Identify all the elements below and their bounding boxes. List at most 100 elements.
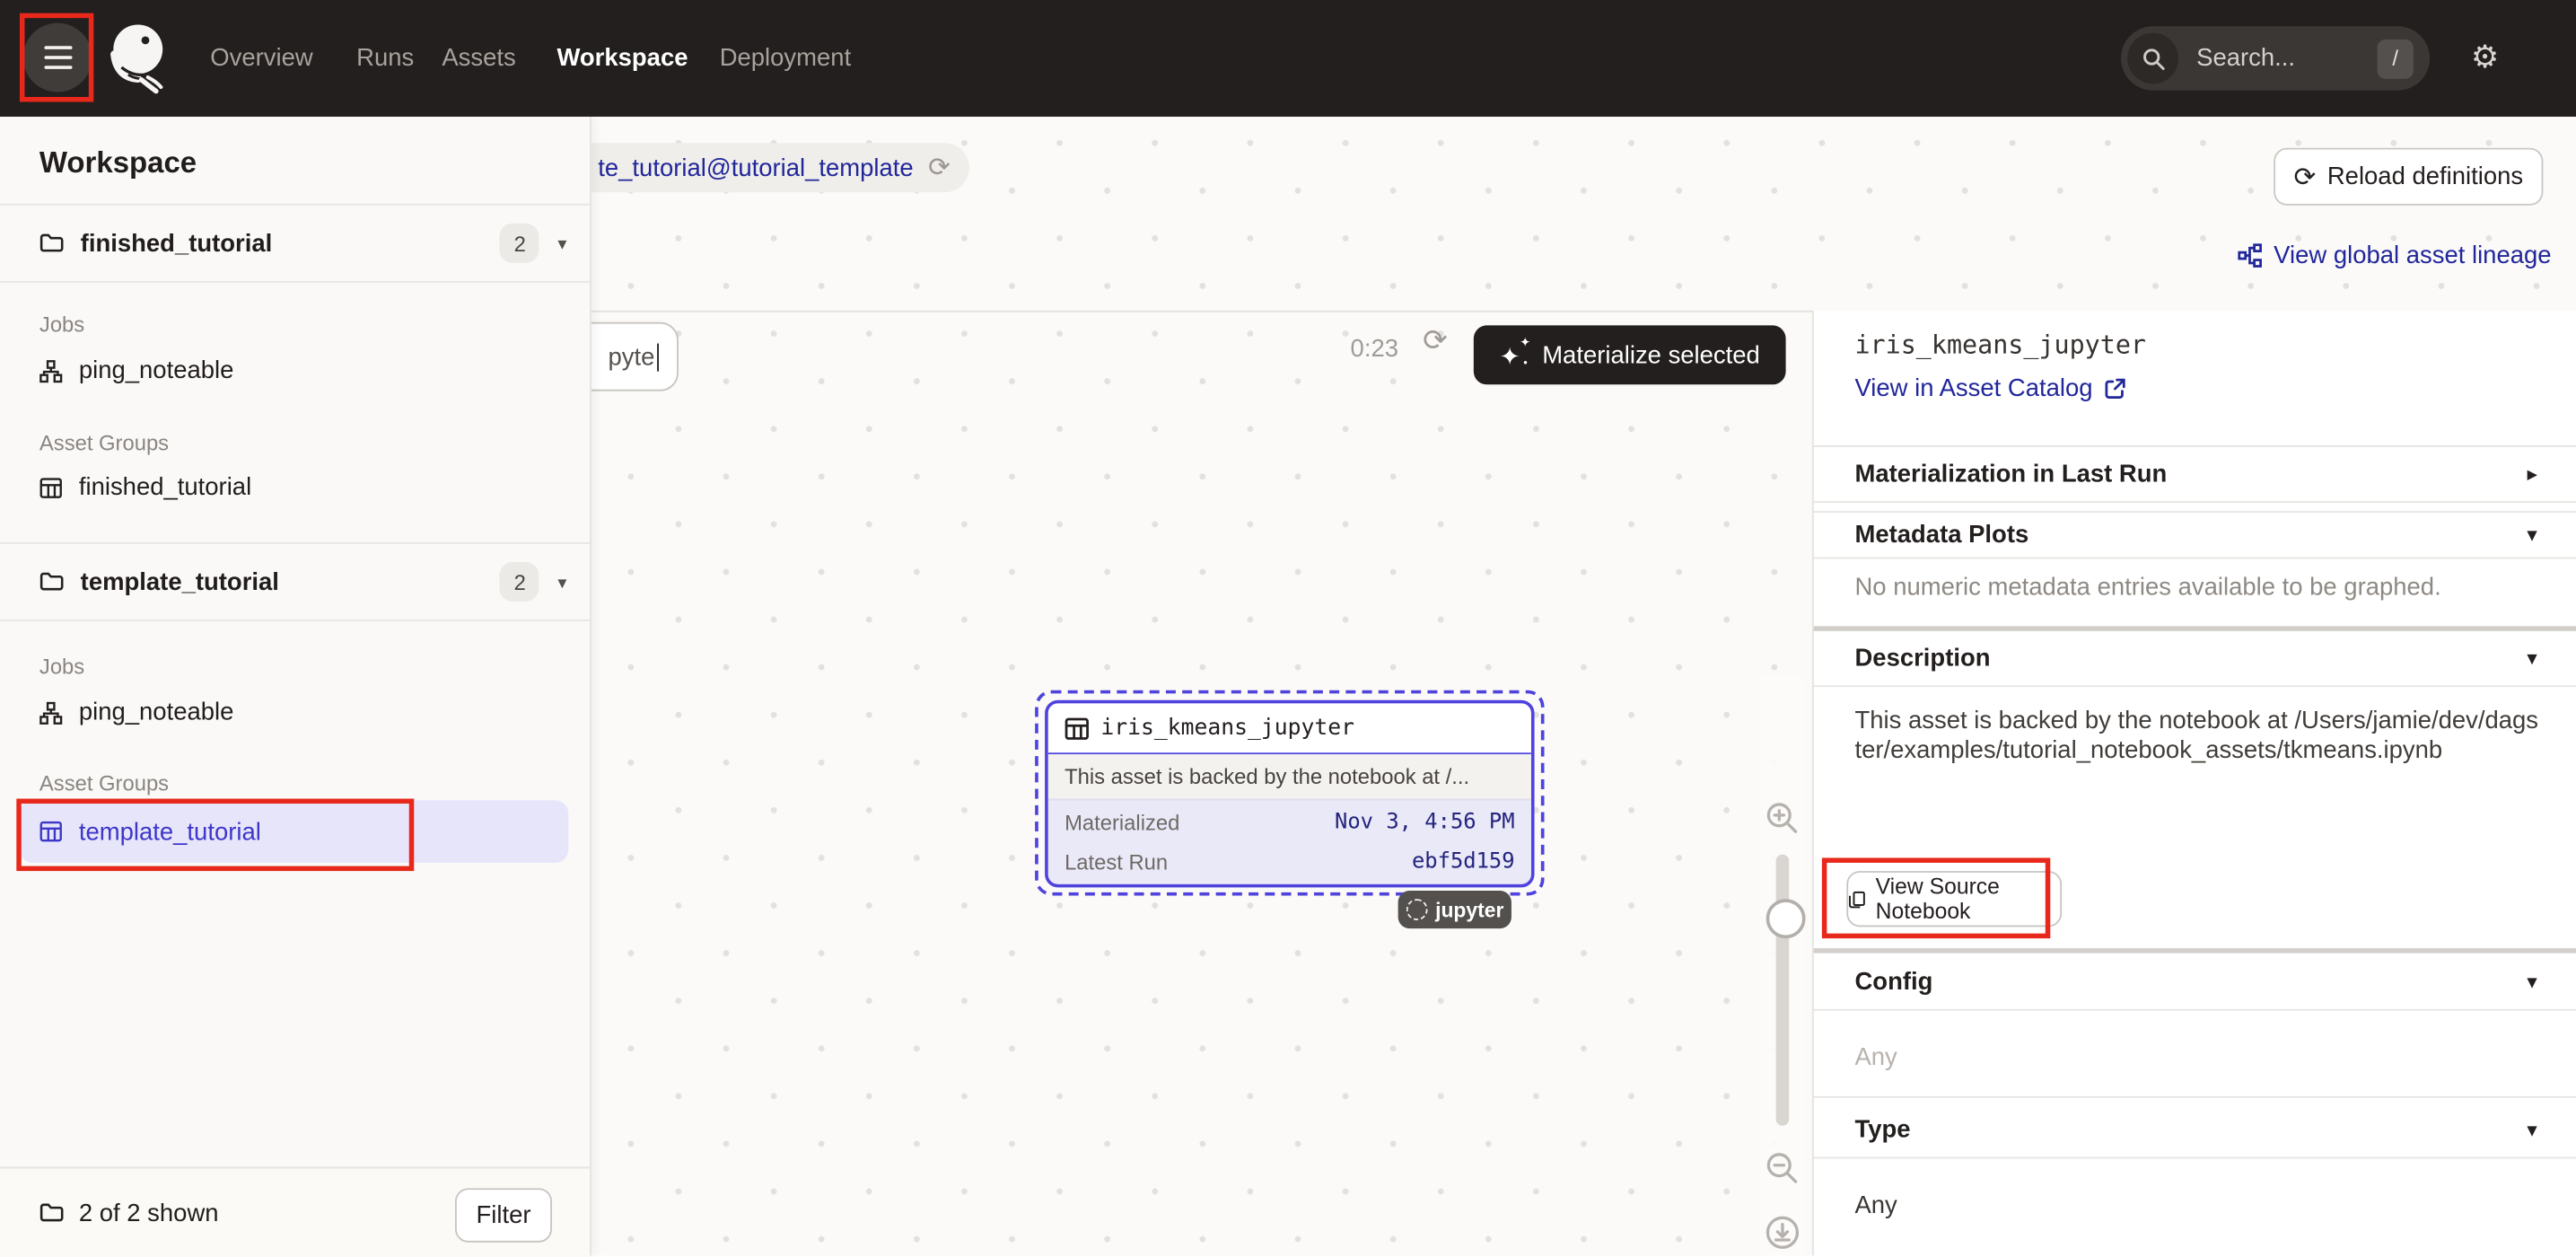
view-source-notebook-button[interactable]: View Source Notebook: [1846, 871, 2062, 927]
asset-node-iris-kmeans-jupyter[interactable]: iris_kmeans_jupyter This asset is backed…: [1045, 700, 1534, 888]
asset-node-stats: Materialized Nov 3, 4:56 PM Latest Run e…: [1048, 799, 1531, 884]
nav-item-overview[interactable]: Overview: [210, 0, 312, 117]
folder-icon: [39, 232, 64, 255]
asset-group-label: finished_tutorial: [79, 473, 251, 501]
dagster-logo[interactable]: [99, 16, 174, 99]
divider: [1814, 685, 2576, 687]
asset-groups-section-label: Asset Groups: [39, 431, 169, 455]
description-text: This asset is backed by the notebook at …: [1854, 707, 2541, 764]
section-description[interactable]: Description ▾: [1814, 631, 2576, 685]
graph-query-value: pyte: [608, 343, 654, 371]
section-config[interactable]: Config ▾: [1814, 954, 2576, 1009]
materialized-label: Materialized: [1065, 809, 1179, 833]
asset-group-item-template-tutorial-selected[interactable]: template_tutorial: [20, 800, 568, 863]
zoom-slider-handle[interactable]: [1766, 899, 1806, 938]
reload-icon: ⟳: [2293, 160, 2316, 193]
job-item-ping-noteable[interactable]: ping_noteable: [39, 699, 233, 726]
dagster-workspace-page: te_tutorial@tutorial_template ⟳ ⟳ Reload…: [0, 0, 2576, 1255]
materialized-row: Materialized Nov 3, 4:56 PM: [1065, 802, 1515, 841]
latest-run-value[interactable]: ebf5d159: [1412, 848, 1515, 873]
metadata-plots-label: Metadata Plots: [1854, 520, 2028, 548]
metadata-empty-message: No numeric metadata entries available to…: [1854, 574, 2440, 602]
section-materialization-in-last-run[interactable]: Materialization in Last Run ▸: [1814, 445, 2576, 501]
compute-kind-label: jupyter: [1435, 898, 1503, 921]
divider: [1814, 1009, 2576, 1011]
materialize-selected-button[interactable]: ✦ ✦ • Materialize selected: [1474, 325, 1786, 384]
view-global-asset-lineage-label: View global asset lineage: [2274, 242, 2551, 269]
repo-row-template-tutorial[interactable]: template_tutorial 2 ▾: [0, 542, 590, 621]
repo-location-label: te_tutorial@tutorial_template: [598, 154, 913, 181]
asset-sidebar-panel: iris_kmeans_jupyter View in Asset Catalo…: [1812, 311, 2576, 1255]
nav-item-deployment[interactable]: Deployment: [720, 0, 852, 117]
materialize-selected-label: Materialize selected: [1542, 341, 1760, 369]
zoom-in-icon[interactable]: [1765, 800, 1801, 836]
nav-item-runs[interactable]: Runs: [356, 0, 414, 117]
jupyter-logo-icon: [1406, 899, 1427, 920]
settings-gear-icon[interactable]: ⚙: [2471, 0, 2499, 117]
job-item-ping-noteable[interactable]: ping_noteable: [39, 356, 233, 384]
compute-kind-tag-jupyter[interactable]: jupyter: [1398, 891, 1511, 928]
zoom-slider-track[interactable]: [1776, 855, 1790, 1126]
asset-groups-section-label: Asset Groups: [39, 770, 169, 795]
caret-down-icon[interactable]: ▾: [557, 233, 566, 254]
repo-count-badge: 2: [500, 224, 539, 263]
job-icon: [39, 359, 63, 382]
divider: [1814, 1157, 2576, 1159]
sparkle-icon: ✦ ✦ •: [1500, 340, 1529, 370]
jobs-section-label: Jobs: [39, 312, 84, 337]
workspace-drawer: Workspace finished_tutorial 2 ▾ Jobs pin…: [0, 117, 591, 1255]
download-view-icon[interactable]: [1765, 1215, 1801, 1251]
latest-run-row: Latest Run ebf5d159: [1065, 841, 1515, 881]
zoom-out-icon[interactable]: [1765, 1150, 1801, 1186]
global-search-input[interactable]: Search... /: [2121, 26, 2430, 90]
notebook-copy-icon: [1848, 888, 1866, 910]
asset-table-icon: [1065, 716, 1089, 740]
panel-asset-title: iris_kmeans_jupyter: [1854, 330, 2146, 360]
hamburger-bar: [44, 66, 72, 70]
materialized-value[interactable]: Nov 3, 4:56 PM: [1335, 809, 1515, 833]
repo-reload-icon[interactable]: ⟳: [928, 151, 951, 184]
config-section-label: Config: [1854, 967, 1932, 995]
asset-group-icon: [39, 820, 63, 843]
asset-group-label: template_tutorial: [79, 818, 261, 846]
view-source-notebook-label: View Source Notebook: [1876, 875, 2061, 924]
search-placeholder: Search...: [2196, 44, 2295, 72]
repo-name: finished_tutorial: [81, 229, 273, 257]
jobs-section-label: Jobs: [39, 654, 84, 678]
caret-down-icon: ▾: [2528, 523, 2537, 545]
search-icon: [2142, 47, 2165, 70]
reload-definitions-button[interactable]: ⟳ Reload definitions: [2274, 148, 2543, 206]
caret-down-icon: ▾: [2528, 1119, 2537, 1140]
latest-run-label: Latest Run: [1065, 848, 1168, 873]
caret-down-icon[interactable]: ▾: [557, 571, 566, 593]
external-link-icon: [2104, 378, 2125, 400]
top-navigation-bar: Overview Runs Assets Workspace Deploymen…: [0, 0, 2576, 117]
refresh-graph-icon[interactable]: ⟳: [1423, 324, 1448, 358]
asset-group-icon: [39, 476, 63, 499]
divider: [1814, 1096, 2576, 1098]
repo-row-finished-tutorial[interactable]: finished_tutorial 2 ▾: [0, 204, 590, 283]
description-intro: This asset is backed by the notebook at: [1854, 707, 2287, 734]
lineage-icon: [2238, 243, 2262, 268]
asset-group-item-finished-tutorial[interactable]: finished_tutorial: [39, 473, 251, 501]
type-section-label: Type: [1854, 1115, 1910, 1143]
nav-item-assets[interactable]: Assets: [442, 0, 515, 117]
job-icon: [39, 701, 63, 725]
menu-hamburger-button[interactable]: [23, 23, 92, 92]
asset-node-description: This asset is backed by the notebook at …: [1048, 754, 1531, 798]
view-global-asset-lineage-link[interactable]: View global asset lineage: [2238, 242, 2552, 269]
section-metadata-plots[interactable]: Metadata Plots ▾: [1814, 511, 2576, 557]
caret-down-icon: ▾: [2528, 971, 2537, 992]
nav-item-workspace[interactable]: Workspace: [556, 0, 688, 117]
caret-right-icon: ▸: [2528, 462, 2537, 484]
description-section-label: Description: [1854, 644, 1990, 672]
config-value: Any: [1854, 1043, 1897, 1071]
repo-count-badge: 2: [500, 562, 539, 602]
folder-icon: [39, 1201, 64, 1225]
section-type[interactable]: Type ▾: [1814, 1101, 2576, 1156]
hamburger-bar: [44, 56, 72, 60]
search-icon-circle: [2127, 33, 2178, 84]
view-in-asset-catalog-link[interactable]: View in Asset Catalog: [1854, 374, 2125, 402]
filter-button[interactable]: Filter: [455, 1188, 552, 1242]
materialization-section-label: Materialization in Last Run: [1854, 460, 2167, 488]
